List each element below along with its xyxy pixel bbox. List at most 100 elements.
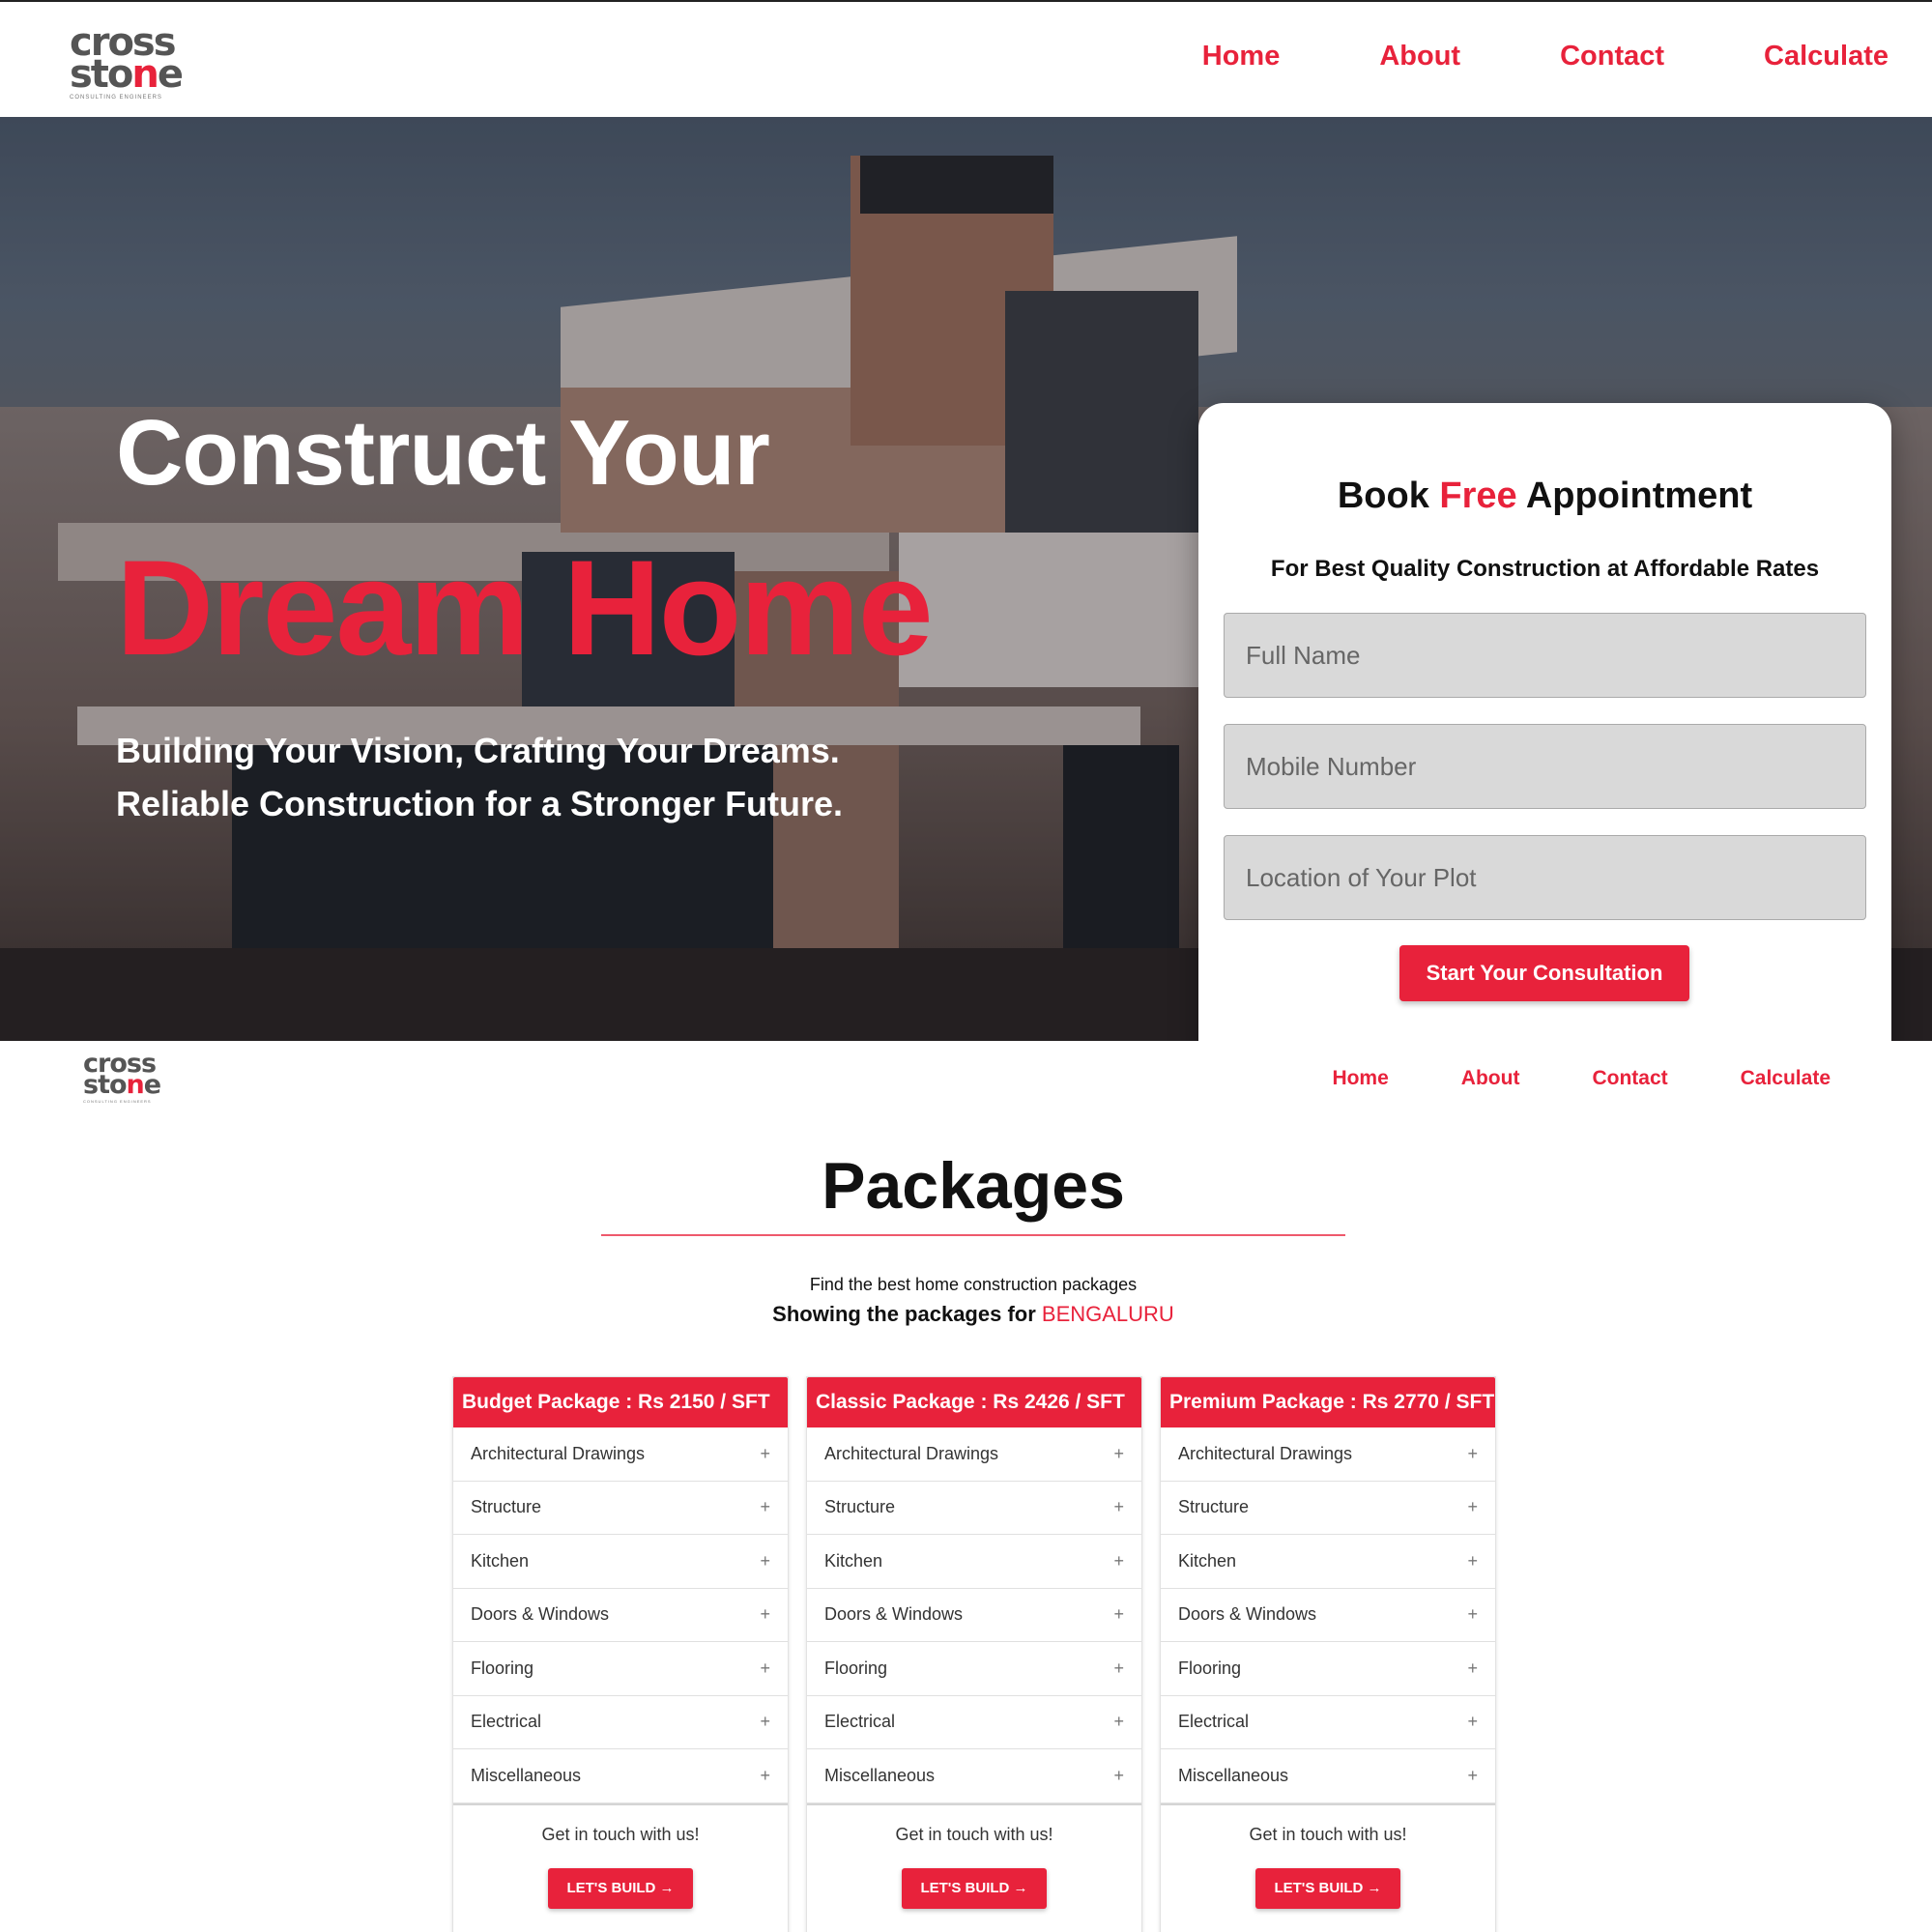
contact-prompt: Get in touch with us! — [541, 1824, 700, 1844]
expand-plus-icon[interactable]: + — [760, 1444, 770, 1464]
lets-build-button[interactable]: LET'S BUILD → — [1255, 1867, 1400, 1909]
expand-plus-icon[interactable]: + — [1467, 1766, 1478, 1786]
expand-plus-icon[interactable]: + — [760, 1658, 770, 1679]
package-item-label: Architectural Drawings — [1178, 1443, 1353, 1463]
package-item-label: Doors & Windows — [1178, 1604, 1317, 1625]
mobile-number-input[interactable] — [1224, 724, 1866, 809]
package-item-label: Flooring — [471, 1658, 534, 1678]
logo-tagline: CONSULTING ENGINEERS — [70, 94, 162, 101]
package-item-row[interactable]: Kitchen + — [453, 1535, 788, 1589]
city-name: BENGALURU — [1041, 1302, 1174, 1326]
expand-plus-icon[interactable]: + — [1467, 1444, 1478, 1464]
package-item-row[interactable]: Electrical + — [1161, 1696, 1495, 1749]
form-title: Book Free Appointment — [1337, 476, 1753, 516]
expand-plus-icon[interactable]: + — [1467, 1551, 1478, 1572]
hero-subtitle-line-2: Reliable Construction for a Stronger Fut… — [116, 784, 844, 823]
package-item-label: Flooring — [1178, 1658, 1242, 1678]
nav-home-link[interactable]: Home — [1332, 1067, 1388, 1090]
nav-about-link[interactable]: About — [1461, 1067, 1520, 1090]
package-footer: Get in touch with us! LET'S BUILD → — [453, 1802, 788, 1909]
packages-location-line: Showing the packages for BENGALURU — [772, 1302, 1174, 1326]
expand-plus-icon[interactable]: + — [1467, 1604, 1478, 1625]
plot-location-input[interactable] — [1224, 835, 1866, 920]
package-cards: Budget Package : Rs 2150 / SFT Architect… — [452, 1376, 1496, 1932]
expand-plus-icon[interactable]: + — [760, 1604, 770, 1625]
lets-build-button[interactable]: LET'S BUILD → — [548, 1867, 693, 1909]
nav-contact-link[interactable]: Contact — [1592, 1067, 1667, 1090]
package-item-row[interactable]: Doors & Windows + — [453, 1589, 788, 1642]
package-item-row[interactable]: Flooring + — [807, 1642, 1141, 1696]
package-item-row[interactable]: Structure + — [453, 1482, 788, 1535]
expand-plus-icon[interactable]: + — [1113, 1766, 1124, 1786]
package-footer: Get in touch with us! LET'S BUILD → — [1161, 1802, 1495, 1909]
package-card-classic: Classic Package : Rs 2426 / SFT Architec… — [806, 1376, 1142, 1932]
logo-tagline: CONSULTING ENGINEERS — [83, 1099, 152, 1105]
package-item-label: Architectural Drawings — [824, 1443, 999, 1463]
package-item-row[interactable]: Architectural Drawings + — [1161, 1427, 1495, 1482]
main-nav: Home About Contact Calculate — [1202, 41, 1889, 72]
hero-subtitle-line-1: Building Your Vision, Crafting Your Drea… — [116, 731, 840, 770]
packages-description: Find the best home construction packages — [809, 1275, 1138, 1294]
package-item-label: Doors & Windows — [471, 1604, 610, 1625]
hero-heading-line-1: Construct Your — [116, 401, 770, 505]
package-item-row[interactable]: Architectural Drawings + — [453, 1427, 788, 1482]
package-header: Classic Package : Rs 2426 / SFT — [807, 1377, 1141, 1427]
form-subtitle: For Best Quality Construction at Afforda… — [1270, 556, 1820, 582]
package-card-premium: Premium Package : Rs 2770 / SFT Architec… — [1160, 1376, 1496, 1932]
package-item-row[interactable]: Miscellaneous + — [807, 1749, 1141, 1803]
expand-plus-icon[interactable]: + — [1113, 1712, 1124, 1732]
hero-text: Construct Your Dream Home Building Your … — [116, 401, 934, 830]
nav-about-link[interactable]: About — [1379, 41, 1460, 72]
package-item-row[interactable]: Electrical + — [807, 1696, 1141, 1749]
package-item-row[interactable]: Structure + — [1161, 1482, 1495, 1535]
package-item-row[interactable]: Electrical + — [453, 1696, 788, 1749]
nav-contact-link[interactable]: Contact — [1560, 41, 1664, 72]
package-item-row[interactable]: Miscellaneous + — [453, 1749, 788, 1803]
title-divider — [601, 1234, 1345, 1236]
nav-calculate-link[interactable]: Calculate — [1741, 1067, 1831, 1090]
package-item-label: Doors & Windows — [824, 1604, 964, 1625]
logo-line-2: stone — [83, 1070, 161, 1101]
expand-plus-icon[interactable]: + — [1113, 1497, 1124, 1517]
package-item-label: Miscellaneous — [1178, 1765, 1289, 1785]
package-item-row[interactable]: Kitchen + — [1161, 1535, 1495, 1589]
package-item-row[interactable]: Flooring + — [1161, 1642, 1495, 1696]
expand-plus-icon[interactable]: + — [760, 1497, 770, 1517]
expand-plus-icon[interactable]: + — [1113, 1604, 1124, 1625]
packages-title: Packages — [822, 1149, 1125, 1223]
top-header: cross stone CONSULTING ENGINEERS Home Ab… — [0, 0, 1932, 117]
package-item-label: Miscellaneous — [471, 1765, 582, 1785]
start-consultation-button[interactable]: Start Your Consultation — [1399, 945, 1689, 1001]
hero-section: Construct Your Dream Home Building Your … — [0, 117, 1932, 1041]
nav-calculate-link[interactable]: Calculate — [1764, 41, 1889, 72]
package-card-budget: Budget Package : Rs 2150 / SFT Architect… — [452, 1376, 789, 1932]
hero-heading-line-2: Dream Home — [116, 532, 934, 683]
expand-plus-icon[interactable]: + — [1113, 1658, 1124, 1679]
full-name-input[interactable] — [1224, 613, 1866, 698]
brand-logo[interactable]: cross stone CONSULTING ENGINEERS — [70, 23, 184, 101]
nav-home-link[interactable]: Home — [1202, 41, 1281, 72]
expand-plus-icon[interactable]: + — [1467, 1712, 1478, 1732]
package-header: Premium Package : Rs 2770 / SFT — [1161, 1377, 1495, 1427]
contact-prompt: Get in touch with us! — [1249, 1824, 1407, 1844]
package-item-row[interactable]: Architectural Drawings + — [807, 1427, 1141, 1482]
expand-plus-icon[interactable]: + — [760, 1551, 770, 1572]
package-item-label: Electrical — [471, 1712, 542, 1732]
package-item-row[interactable]: Structure + — [807, 1482, 1141, 1535]
package-item-row[interactable]: Miscellaneous + — [1161, 1749, 1495, 1803]
page: cross stone CONSULTING ENGINEERS Home Ab… — [0, 0, 1932, 1932]
expand-plus-icon[interactable]: + — [1113, 1444, 1124, 1464]
package-item-row[interactable]: Doors & Windows + — [1161, 1589, 1495, 1642]
expand-plus-icon[interactable]: + — [1467, 1497, 1478, 1517]
expand-plus-icon[interactable]: + — [760, 1712, 770, 1732]
expand-plus-icon[interactable]: + — [760, 1766, 770, 1786]
brand-logo-secondary[interactable]: cross stone CONSULTING ENGINEERS — [83, 1051, 161, 1105]
package-item-row[interactable]: Kitchen + — [807, 1535, 1141, 1589]
expand-plus-icon[interactable]: + — [1467, 1658, 1478, 1679]
package-item-row[interactable]: Doors & Windows + — [807, 1589, 1141, 1642]
expand-plus-icon[interactable]: + — [1113, 1551, 1124, 1572]
package-item-row[interactable]: Flooring + — [453, 1642, 788, 1696]
lets-build-button[interactable]: LET'S BUILD → — [902, 1867, 1047, 1909]
package-item-label: Kitchen — [824, 1550, 883, 1571]
package-item-label: Architectural Drawings — [471, 1443, 646, 1463]
